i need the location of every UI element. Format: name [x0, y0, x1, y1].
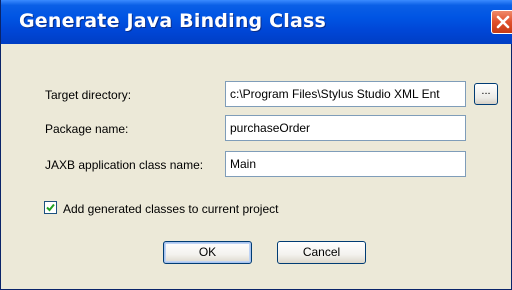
package-name-label: Package name:	[45, 122, 129, 136]
package-name-field[interactable]: purchaseOrder	[225, 115, 466, 141]
add-to-project-checkbox[interactable]	[44, 201, 57, 214]
dialog-window: Generate Java Binding Class Target direc…	[0, 0, 512, 290]
jaxb-class-name-label: JAXB application class name:	[45, 158, 204, 172]
add-to-project-label[interactable]: Add generated classes to current project	[63, 202, 278, 216]
browse-button[interactable]: ...	[474, 83, 498, 105]
cancel-button[interactable]: Cancel	[277, 241, 366, 264]
jaxb-class-name-field[interactable]: Main	[225, 151, 466, 177]
target-directory-field[interactable]: c:\Program Files\Stylus Studio XML Ent	[225, 81, 466, 107]
dialog-title: Generate Java Binding Class	[19, 10, 327, 32]
ok-button[interactable]: OK	[163, 241, 252, 264]
target-directory-label: Target directory:	[45, 88, 132, 102]
title-bar[interactable]: Generate Java Binding Class	[1, 0, 512, 44]
checkmark-icon	[46, 203, 55, 212]
close-icon	[496, 15, 510, 29]
close-button[interactable]	[491, 10, 512, 34]
